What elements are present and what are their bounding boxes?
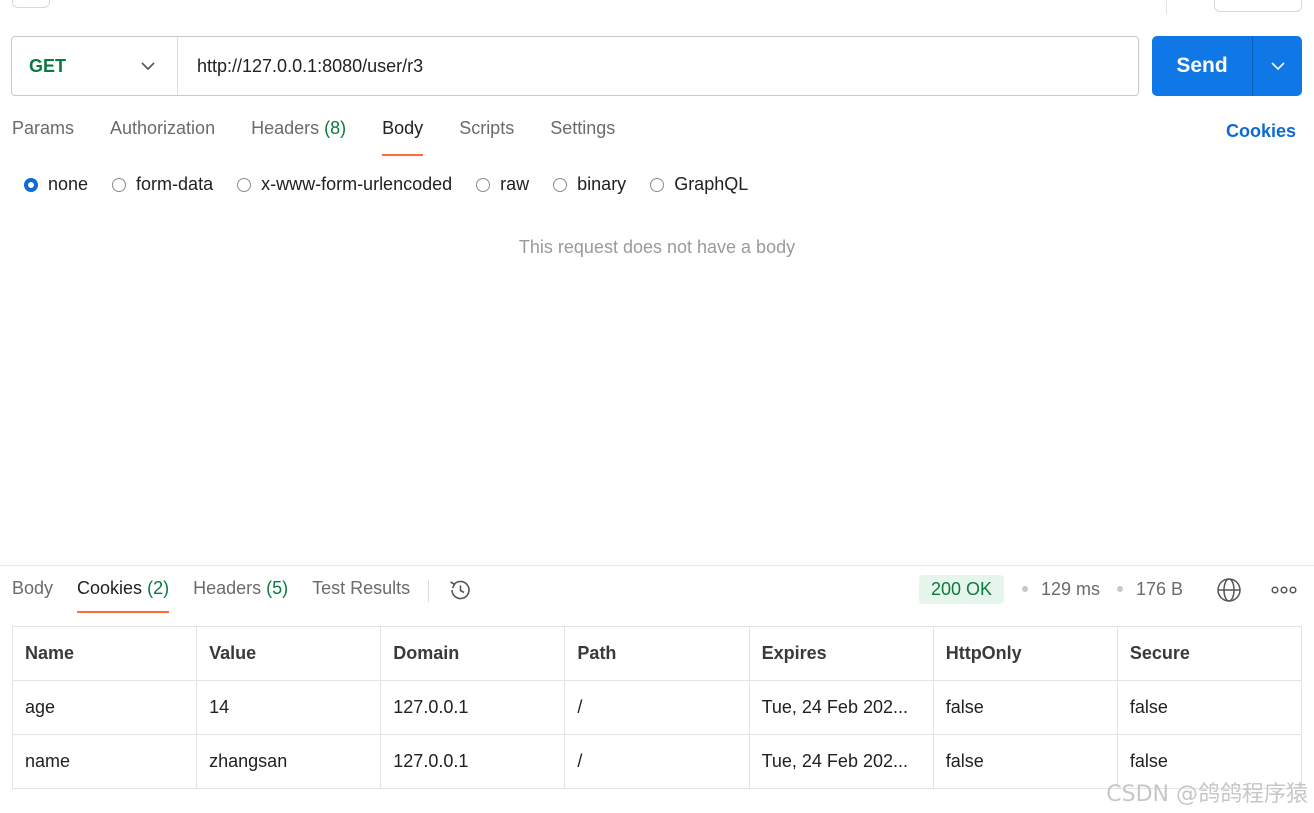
column-header-path: Path — [564, 626, 750, 681]
body-type-label: raw — [500, 174, 530, 194]
response-tab-headers[interactable]: Headers (5) — [193, 578, 288, 613]
body-type-binary[interactable]: binary — [553, 174, 626, 195]
url-input[interactable] — [178, 36, 1138, 96]
cell-httponly: false — [932, 680, 1118, 735]
body-type-options: none form-data x-www-form-urlencoded raw bin… — [24, 174, 772, 195]
response-tab-cookies[interactable]: Cookies (2) — [77, 578, 170, 613]
body-type-graphql[interactable]: GraphQL — [650, 174, 748, 195]
tab-label: Headers — [251, 118, 320, 138]
request-url-bar: GET — [11, 36, 1139, 96]
separator-dot — [1117, 586, 1123, 592]
status-badge: 200 OK — [919, 575, 1005, 604]
separator-dot — [1022, 586, 1028, 592]
cell-expires: Tue, 24 Feb 202... — [748, 734, 934, 789]
more-icon[interactable] — [1271, 582, 1297, 598]
request-tab-params[interactable]: Params — [12, 118, 74, 156]
tab-count: (2) — [147, 578, 170, 598]
cell-value: zhangsan — [196, 734, 382, 789]
body-type-label: GraphQL — [674, 174, 749, 194]
method-select[interactable]: GET — [12, 37, 178, 95]
radio-button[interactable] — [476, 177, 491, 192]
globe-icon[interactable] — [1216, 577, 1242, 603]
chevron-down-icon — [1270, 62, 1285, 70]
cookies-table: Name Value Domain Path Expires HttpOnly Secure… — [11, 626, 1303, 789]
tab-label: Test Results — [312, 578, 411, 598]
response-tab-test-results[interactable]: Test Results — [312, 578, 410, 613]
toolbar-button[interactable] — [1214, 0, 1302, 12]
divider — [1166, 0, 1167, 14]
cell-path: / — [564, 734, 750, 789]
column-header-value: Value — [196, 626, 382, 681]
body-type-label: none — [48, 174, 89, 194]
method-label: GET — [29, 55, 67, 76]
tab-label: Authorization — [110, 118, 216, 138]
column-header-secure: Secure — [1116, 626, 1303, 681]
tab-label: Body — [12, 578, 54, 598]
cell-name: name — [11, 734, 198, 789]
history-icon[interactable] — [447, 577, 473, 603]
request-tab-authorization[interactable]: Authorization — [110, 118, 215, 156]
radio-button[interactable] — [553, 177, 568, 192]
cookies-link[interactable]: Cookies — [1226, 121, 1296, 142]
radio-button[interactable] — [237, 177, 252, 192]
cell-expires: Tue, 24 Feb 202... — [748, 680, 934, 735]
tab-label: Headers — [193, 578, 262, 598]
divider — [0, 565, 1314, 566]
watermark: CSDN @鸽鸽程序猿 — [1106, 782, 1308, 807]
radio-button[interactable] — [24, 177, 38, 192]
request-tab-body[interactable]: Body — [382, 118, 424, 156]
response-size: 176 B — [1136, 579, 1184, 599]
tab-label: Settings — [550, 118, 616, 138]
tab-label: Body — [382, 118, 424, 138]
response-time: 129 ms — [1041, 579, 1101, 599]
cell-domain: 127.0.0.1 — [380, 734, 566, 789]
response-tabs: Body Cookies (2) Headers (5) Test Results — [12, 578, 473, 614]
empty-body-message: This request does not have a body — [518, 237, 796, 257]
radio-button[interactable] — [112, 177, 127, 192]
body-type-raw[interactable]: raw — [476, 174, 529, 195]
tab-label: Params — [12, 118, 75, 138]
request-tab-scripts[interactable]: Scripts — [459, 118, 514, 156]
body-type-label: x-www-form-urlencoded — [261, 174, 453, 194]
body-type-x-www-form-urlencoded[interactable]: x-www-form-urlencoded — [237, 174, 452, 195]
cell-httponly: false — [932, 734, 1118, 789]
send-options-button[interactable] — [1253, 36, 1302, 96]
response-tab-body[interactable]: Body — [12, 578, 53, 613]
column-header-name: Name — [11, 626, 198, 681]
divider — [428, 580, 430, 602]
tab-count: (8) — [324, 118, 347, 138]
table-row: age 14 127.0.0.1/Tue, 24 Feb 202... false fa… — [11, 680, 1303, 735]
column-header-httponly: HttpOnly — [932, 626, 1118, 681]
chevron-down-icon — [141, 62, 155, 70]
cell-secure: false — [1116, 680, 1303, 735]
body-type-none[interactable]: none — [24, 174, 88, 195]
body-type-label: binary — [577, 174, 627, 194]
request-tab-headers[interactable]: Headers (8) — [251, 118, 346, 156]
tab-label: Scripts — [459, 118, 515, 138]
cell-domain: 127.0.0.1 — [380, 680, 566, 735]
cell-name: age — [11, 680, 198, 735]
tab-label: Cookies — [77, 578, 143, 598]
radio-button[interactable] — [650, 177, 665, 192]
request-tabs: Params Authorization Headers (8) Body Script… — [12, 118, 651, 158]
column-header-expires: Expires — [748, 626, 934, 681]
body-type-label: form-data — [136, 174, 214, 194]
send-button-group: Send — [1152, 36, 1302, 96]
table-header-row: Name Value Domain Path Expires HttpOnly Secure — [11, 626, 1303, 681]
request-tab-settings[interactable]: Settings — [550, 118, 615, 156]
tab-count: (5) — [266, 578, 289, 598]
cell-path: / — [564, 680, 750, 735]
send-button[interactable]: Send — [1152, 36, 1252, 96]
back-button[interactable] — [12, 0, 50, 8]
body-type-form-data[interactable]: form-data — [112, 174, 213, 195]
cell-value: 14 — [196, 680, 382, 735]
column-header-domain: Domain — [380, 626, 566, 681]
